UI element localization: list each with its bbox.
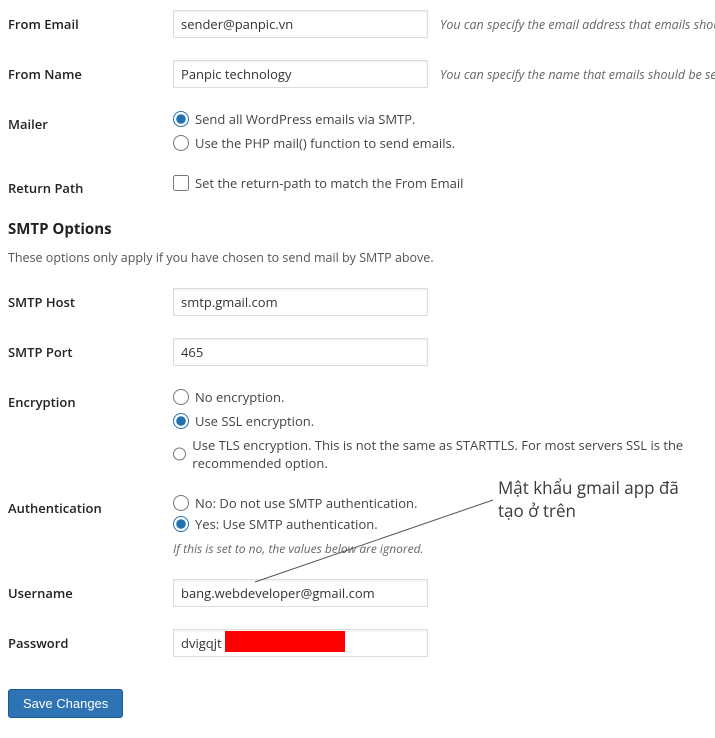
mailer-php-text: Use the PHP mail() function to send emai… (195, 134, 455, 152)
password-redaction (225, 631, 345, 652)
encryption-tls-radio[interactable] (173, 446, 186, 462)
smtp-port-label: SMTP Port (8, 338, 173, 361)
encryption-ssl-text: Use SSL encryption. (195, 412, 314, 430)
encryption-ssl-radio[interactable] (173, 413, 189, 429)
return-path-text: Set the return-path to match the From Em… (195, 174, 463, 192)
mailer-smtp-option[interactable]: Send all WordPress emails via SMTP. (173, 110, 415, 128)
return-path-checkbox[interactable] (173, 175, 189, 191)
mailer-smtp-text: Send all WordPress emails via SMTP. (195, 110, 415, 128)
encryption-none-radio[interactable] (173, 389, 189, 405)
from-email-input[interactable] (173, 10, 428, 38)
mailer-php-option[interactable]: Use the PHP mail() function to send emai… (173, 134, 455, 152)
mailer-php-radio[interactable] (173, 135, 189, 151)
return-path-option[interactable]: Set the return-path to match the From Em… (173, 174, 463, 192)
mailer-smtp-radio[interactable] (173, 111, 189, 127)
smtp-port-input[interactable] (173, 338, 428, 366)
encryption-tls-text: Use TLS encryption. This is not the same… (192, 436, 715, 472)
from-name-hint: You can specify the name that emails sho… (440, 66, 715, 83)
encryption-tls-option[interactable]: Use TLS encryption. This is not the same… (173, 436, 715, 472)
auth-yes-radio[interactable] (173, 516, 189, 532)
password-label: Password (8, 629, 173, 652)
encryption-label: Encryption (8, 388, 173, 411)
from-name-input[interactable] (173, 60, 428, 88)
return-path-label: Return Path (8, 174, 173, 197)
from-email-hint: You can specify the email address that e… (440, 16, 715, 33)
save-changes-button[interactable]: Save Changes (8, 689, 123, 718)
encryption-none-text: No encryption. (195, 388, 284, 406)
encryption-none-option[interactable]: No encryption. (173, 388, 284, 406)
from-email-label: From Email (8, 10, 173, 33)
mailer-label: Mailer (8, 110, 173, 133)
auth-yes-option[interactable]: Yes: Use SMTP authentication. (173, 515, 378, 533)
encryption-ssl-option[interactable]: Use SSL encryption. (173, 412, 314, 430)
auth-no-text: No: Do not use SMTP authentication. (195, 494, 417, 512)
auth-no-radio[interactable] (173, 495, 189, 511)
smtp-options-desc: These options only apply if you have cho… (8, 249, 715, 266)
username-input[interactable] (173, 579, 428, 607)
smtp-host-label: SMTP Host (8, 288, 173, 311)
auth-label: Authentication (8, 494, 173, 517)
from-name-label: From Name (8, 60, 173, 83)
auth-yes-text: Yes: Use SMTP authentication. (195, 515, 378, 533)
auth-hint: If this is set to no, the values below a… (173, 540, 424, 557)
smtp-host-input[interactable] (173, 288, 428, 316)
auth-no-option[interactable]: No: Do not use SMTP authentication. (173, 494, 417, 512)
smtp-options-heading: SMTP Options (8, 219, 715, 239)
username-label: Username (8, 579, 173, 602)
